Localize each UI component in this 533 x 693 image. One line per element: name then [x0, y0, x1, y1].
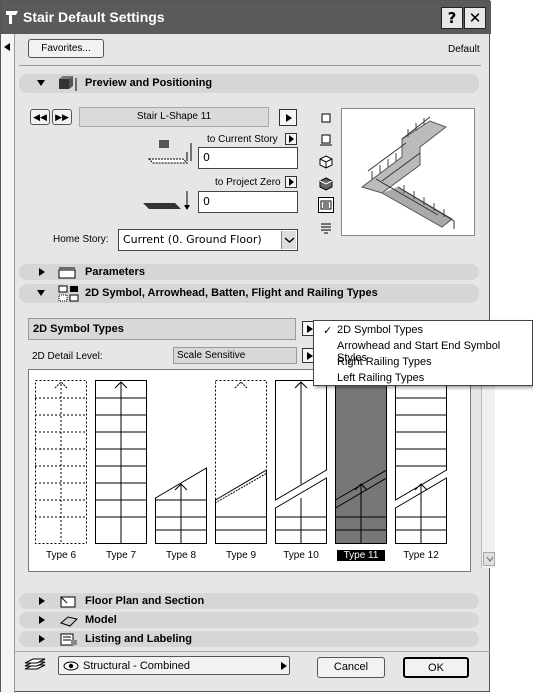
info-view-icon[interactable]: [318, 197, 334, 213]
listing-icon: [60, 633, 77, 646]
stair-preview-image: [341, 108, 475, 236]
layer-value: Structural - Combined: [83, 660, 190, 672]
detail-level-label: 2D Detail Level:: [32, 351, 103, 362]
type-caption: Type 9: [225, 550, 257, 561]
check-icon: ✓: [323, 324, 333, 337]
close-button[interactable]: ✕: [464, 7, 486, 29]
gallery-scrollbar[interactable]: [481, 374, 495, 568]
stair-name-field: Stair L-Shape 11: [79, 107, 269, 127]
type-tile[interactable]: Type 9: [214, 380, 268, 561]
type-caption: Type 12: [403, 550, 439, 561]
divider: [19, 65, 481, 66]
type-caption: Type 6: [45, 550, 77, 561]
section-view-icon[interactable]: [318, 132, 334, 148]
symbol-types-icon: [58, 285, 79, 302]
arrow-right-icon: [289, 135, 294, 143]
project-zero-offset-input[interactable]: 0: [198, 191, 298, 213]
section-parameters[interactable]: Parameters: [19, 264, 479, 280]
expand-arrow-icon[interactable]: [39, 635, 45, 643]
left-collapse-strip[interactable]: [1, 34, 15, 693]
parameters-icon: [58, 267, 76, 279]
cancel-button[interactable]: Cancel: [317, 657, 385, 678]
symbol-types-dropdown[interactable]: 2D Symbol Types: [28, 318, 296, 340]
positioning-icon: [59, 76, 77, 91]
section-title: Parameters: [85, 266, 145, 278]
current-story-offset-input[interactable]: 0: [198, 147, 298, 169]
section-title: Listing and Labeling: [85, 633, 192, 645]
stair-browse-button[interactable]: [279, 109, 297, 126]
type-tile[interactable]: Type 12: [395, 380, 447, 561]
project-zero-icon: [143, 191, 190, 210]
chevron-down-icon: [284, 237, 295, 244]
type-caption: Type 11: [337, 550, 385, 561]
plan-view-icon[interactable]: [318, 110, 334, 126]
arrow-right-icon: [281, 662, 287, 670]
scroll-down-button[interactable]: [483, 552, 495, 566]
home-story-label: Home Story:: [53, 234, 109, 245]
help-button[interactable]: ?: [441, 7, 463, 29]
type-tile-selected[interactable]: Type 11: [335, 380, 387, 561]
floor-plan-icon: [60, 596, 76, 608]
expand-arrow-icon[interactable]: [39, 597, 45, 605]
eye-icon: [63, 661, 79, 671]
window-title: Stair Default Settings: [23, 9, 165, 25]
section-floor-plan[interactable]: Floor Plan and Section: [19, 593, 479, 609]
popup-item-right-railing[interactable]: Right Railing Types: [337, 356, 432, 368]
model-icon: [60, 616, 78, 627]
popup-item-2d-symbol-types[interactable]: 2D Symbol Types: [337, 324, 423, 336]
expand-arrow-icon[interactable]: [39, 616, 45, 624]
type-caption: Type 7: [105, 550, 137, 561]
symbol-types-popup-menu: ✓ 2D Symbol Types Arrowhead and Start En…: [313, 320, 533, 386]
section-listing[interactable]: Listing and Labeling: [19, 631, 479, 647]
rewind-icon: ◀◀: [33, 112, 47, 122]
section-title: Preview and Positioning: [85, 77, 213, 89]
list-view-icon[interactable]: [318, 220, 334, 236]
layers-icon: [24, 658, 46, 670]
section-2d-symbol[interactable]: 2D Symbol, Arrowhead, Batten, Flight and…: [19, 284, 479, 303]
type-caption: Type 10: [283, 550, 319, 561]
current-story-toggle[interactable]: [285, 133, 297, 145]
prev-stair-button[interactable]: ◀◀: [30, 109, 50, 125]
type-tile[interactable]: Type 8: [155, 380, 207, 561]
expand-arrow-icon[interactable]: [37, 80, 45, 86]
chevron-down-icon: [486, 556, 494, 562]
section-title: 2D Symbol, Arrowhead, Batten, Flight and…: [85, 287, 378, 299]
symbol-types-label: 2D Symbol Types: [33, 323, 124, 335]
play-icon: [286, 114, 292, 122]
app-icon: [6, 11, 18, 24]
shaded-view-icon[interactable]: [318, 176, 334, 192]
axonometric-view-icon[interactable]: [318, 154, 334, 170]
type-tile[interactable]: Type 10: [275, 380, 327, 561]
expand-arrow-icon[interactable]: [37, 290, 45, 296]
section-title: Floor Plan and Section: [85, 595, 205, 607]
fast-forward-icon: ▶▶: [55, 112, 69, 122]
to-project-zero-label: to Project Zero: [215, 177, 281, 188]
next-stair-button[interactable]: ▶▶: [52, 109, 72, 125]
popup-item-left-railing[interactable]: Left Railing Types: [337, 372, 424, 384]
section-preview-positioning[interactable]: Preview and Positioning: [19, 74, 479, 93]
default-label: Default: [448, 44, 480, 55]
type-tile[interactable]: Type 6: [35, 380, 87, 561]
story-offset-icon: [147, 140, 192, 164]
favorites-button[interactable]: Favorites...: [28, 39, 104, 58]
project-zero-toggle[interactable]: [285, 176, 297, 188]
layer-select[interactable]: Structural - Combined: [58, 656, 290, 675]
ok-button[interactable]: OK: [403, 657, 469, 678]
section-model[interactable]: Model: [19, 612, 479, 628]
title-bar[interactable]: Stair Default Settings ? ✕: [1, 1, 491, 34]
type-caption: Type 8: [165, 550, 197, 561]
to-current-story-label: to Current Story: [207, 134, 278, 145]
home-story-select[interactable]: Current (0. Ground Floor): [118, 229, 298, 251]
divider: [15, 651, 490, 652]
dropdown-button[interactable]: [281, 231, 296, 249]
expand-arrow-icon[interactable]: [39, 268, 45, 276]
collapse-arrow-icon[interactable]: [4, 43, 10, 51]
type-tile[interactable]: Type 7: [95, 380, 147, 561]
arrow-right-icon: [289, 178, 294, 186]
home-story-value: Current (0. Ground Floor): [123, 233, 262, 246]
symbol-type-gallery: Type 6 Type 7 Type 8 Type 9 Type 10 Type…: [28, 369, 495, 572]
section-title: Model: [85, 614, 117, 626]
detail-level-select[interactable]: Scale Sensitive: [173, 347, 297, 364]
